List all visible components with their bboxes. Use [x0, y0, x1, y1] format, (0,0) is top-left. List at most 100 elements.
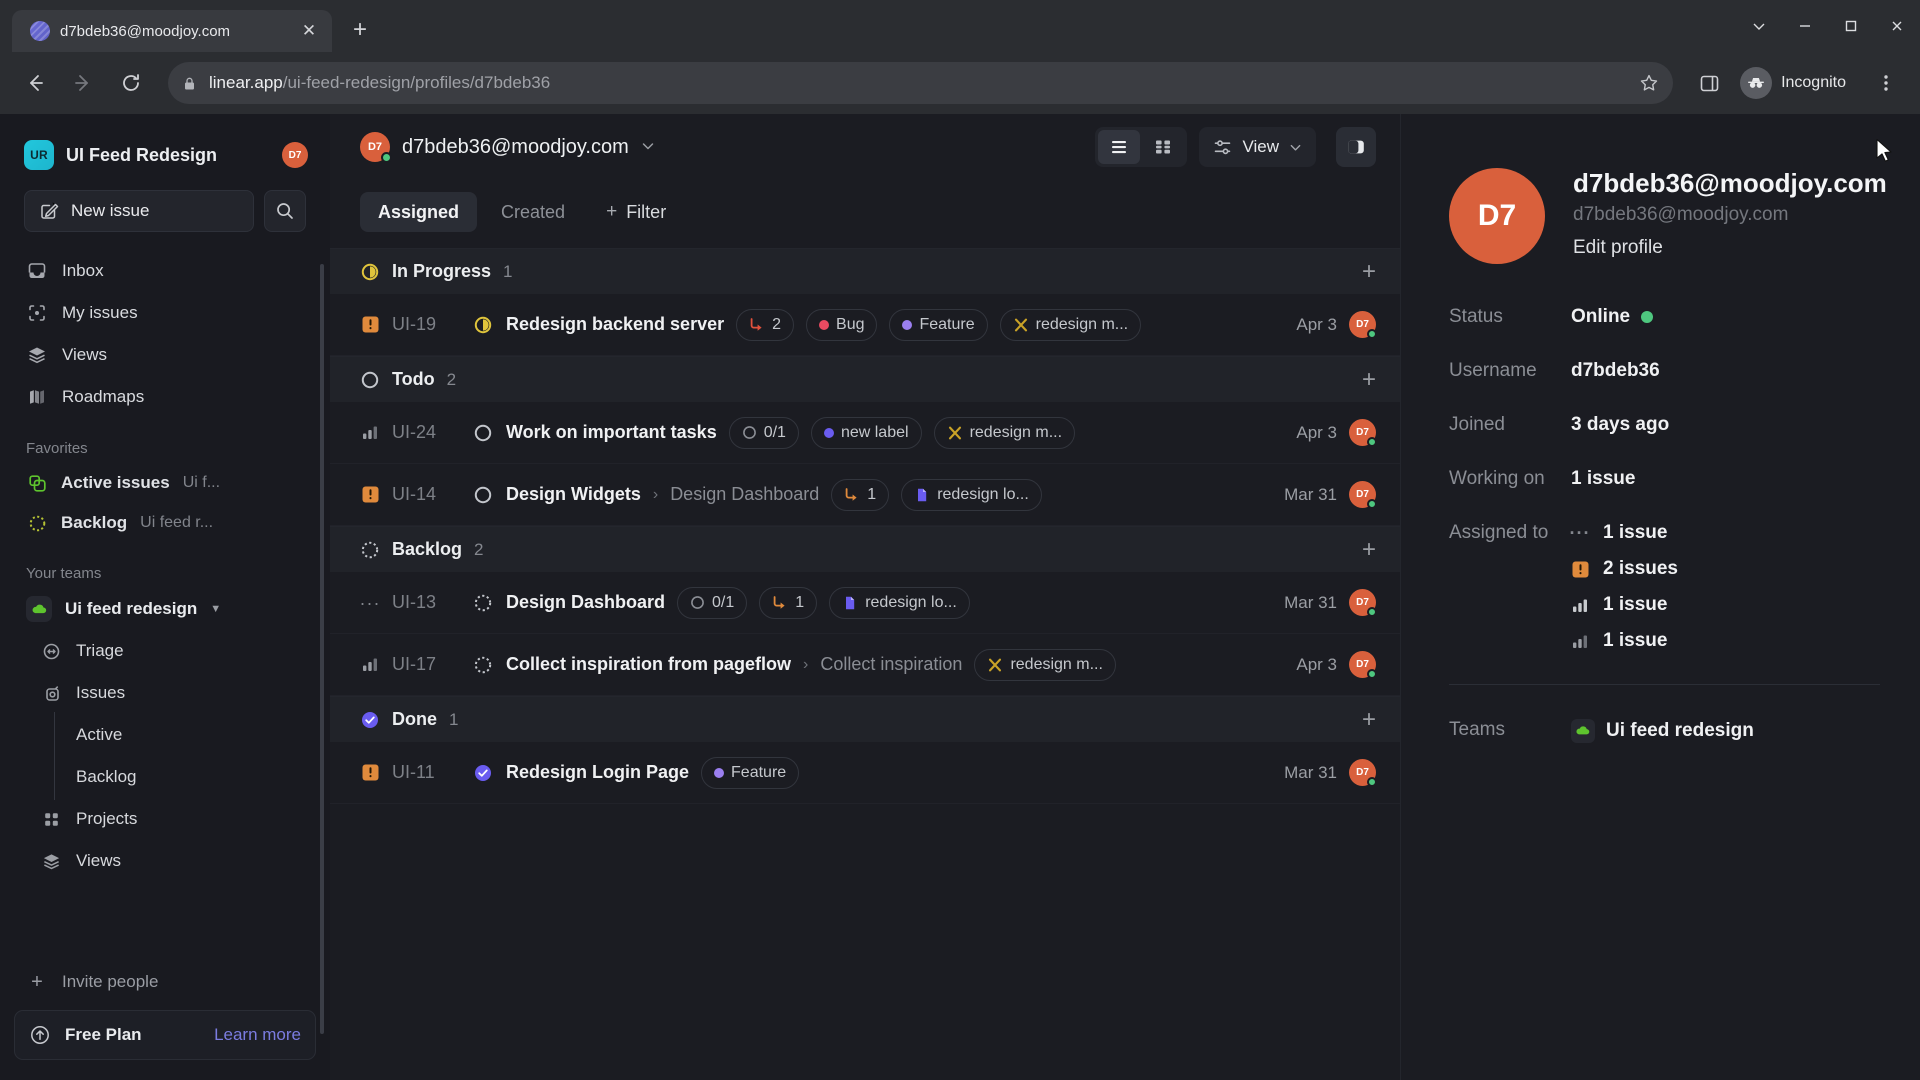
issue-chip[interactable]: Feature: [889, 308, 988, 341]
issue-state-icon[interactable]: [472, 655, 494, 675]
avatar[interactable]: D7: [1349, 589, 1377, 617]
assigned-issue-item[interactable]: 1 issue: [1571, 630, 1678, 652]
issue-row[interactable]: UI-14 Design Widgets › Design Dashboard 1 red…: [330, 464, 1400, 526]
close-icon[interactable]: ✕: [296, 18, 322, 44]
issue-state-icon[interactable]: [472, 485, 494, 505]
avatar[interactable]: D7: [1349, 311, 1377, 339]
edit-profile-link[interactable]: Edit profile: [1573, 237, 1887, 259]
sidebar-item-issues[interactable]: Issues: [14, 672, 316, 714]
issue-row[interactable]: UI-11 Redesign Login Page Feature Mar 31 D7: [330, 742, 1400, 804]
layout-toggle-group: [1095, 127, 1188, 167]
issue-chip[interactable]: redesign lo...: [901, 478, 1042, 511]
priority-icon[interactable]: [360, 424, 380, 441]
plan-banner[interactable]: Free Plan Learn more: [14, 1010, 316, 1060]
bookmark-star-icon[interactable]: [1639, 73, 1659, 93]
sidebar-item-my-issues[interactable]: My issues: [14, 292, 316, 334]
priority-icon[interactable]: [360, 656, 380, 673]
browser-tab[interactable]: d7bdeb36@moodjoy.com ✕: [12, 10, 332, 52]
issue-chip[interactable]: new label: [810, 416, 922, 449]
add-issue-to-group-button[interactable]: +: [1362, 366, 1376, 394]
assigned-issue-item[interactable]: 1 issue: [1571, 594, 1678, 616]
issue-chip[interactable]: 1: [759, 586, 818, 619]
issue-chip[interactable]: Feature: [701, 756, 800, 789]
view-options-button[interactable]: View: [1199, 127, 1316, 167]
sidebar-item-active-issues[interactable]: Active issues Ui f...: [14, 463, 316, 503]
avatar[interactable]: D7: [1349, 481, 1377, 509]
minimize-icon[interactable]: [1782, 0, 1828, 52]
tab-created[interactable]: Created: [483, 192, 583, 232]
add-issue-to-group-button[interactable]: +: [1362, 258, 1376, 286]
reload-icon[interactable]: [110, 62, 152, 104]
sidebar-item-views[interactable]: Views: [14, 334, 316, 376]
url-text: linear.app/ui-feed-redesign/profiles/d7b…: [209, 73, 550, 93]
avatar[interactable]: D7: [1349, 651, 1377, 679]
side-panel-icon[interactable]: [1689, 63, 1729, 103]
issue-chip[interactable]: 0/1: [728, 416, 799, 449]
forward-icon[interactable]: [62, 62, 104, 104]
issue-state-icon[interactable]: [472, 593, 494, 613]
avatar[interactable]: D7: [282, 142, 308, 168]
issue-chip[interactable]: redesign lo...: [829, 586, 970, 619]
issue-row[interactable]: UI-19 Redesign backend server 2 Bug Feature r…: [330, 294, 1400, 356]
tab-assigned[interactable]: Assigned: [360, 192, 478, 232]
workspace-switcher[interactable]: UR UI Feed Redesign D7: [0, 128, 330, 176]
issue-state-icon[interactable]: [472, 763, 494, 783]
add-issue-to-group-button[interactable]: +: [1362, 536, 1376, 564]
issue-state-icon[interactable]: [472, 315, 494, 335]
issue-chip[interactable]: 2: [736, 308, 795, 341]
issue-chip[interactable]: redesign m...: [933, 416, 1076, 449]
sidebar-item-triage[interactable]: Triage: [14, 630, 316, 672]
invite-people-button[interactable]: + Invite people: [14, 960, 316, 1004]
incognito-indicator[interactable]: Incognito: [1735, 62, 1860, 104]
chevron-down-icon[interactable]: [1736, 0, 1782, 52]
assigned-issue-item[interactable]: 2 issues: [1571, 558, 1678, 580]
sidebar-item-projects[interactable]: Projects: [14, 798, 316, 840]
add-issue-to-group-button[interactable]: +: [1362, 706, 1376, 734]
sidebar-item-team-views[interactable]: Views: [14, 840, 316, 882]
board-view-button[interactable]: [1142, 130, 1184, 164]
sidebar-item-roadmaps[interactable]: Roadmaps: [14, 376, 316, 418]
sidebar-scrollbar[interactable]: [320, 264, 324, 1034]
priority-icon[interactable]: [360, 764, 380, 781]
issue-row[interactable]: ··· UI-13 Design Dashboard 0/1 1 redesign lo.…: [330, 572, 1400, 634]
avatar[interactable]: D7: [1349, 759, 1377, 787]
maximize-icon[interactable]: [1828, 0, 1874, 52]
field-value[interactable]: Ui feed redesign: [1571, 719, 1754, 743]
issue-chip[interactable]: redesign m...: [974, 648, 1116, 681]
issue-row[interactable]: UI-17 Collect inspiration from pageflow › C…: [330, 634, 1400, 696]
assigned-issue-item[interactable]: ··· 1 issue: [1570, 522, 1678, 544]
issue-chip[interactable]: 1: [831, 478, 890, 511]
sidebar-item-label: Views: [76, 851, 122, 870]
add-filter-button[interactable]: + Filter: [589, 192, 683, 232]
list-view-button[interactable]: [1098, 130, 1141, 164]
priority-icon[interactable]: [360, 316, 380, 333]
sidebar-item-backlog[interactable]: Backlog: [14, 754, 316, 800]
chevron-down-icon[interactable]: ▼: [210, 603, 221, 615]
issue-state-icon[interactable]: [472, 423, 494, 443]
issue-chip[interactable]: 0/1: [677, 586, 748, 619]
priority-icon[interactable]: [360, 486, 380, 503]
new-tab-button[interactable]: +: [342, 12, 378, 48]
sidebar-item-active[interactable]: Active: [14, 712, 316, 758]
sidebar-item-backlog-fav[interactable]: Backlog Ui feed r...: [14, 503, 316, 543]
learn-more-link[interactable]: Learn more: [214, 1025, 301, 1045]
window-close-icon[interactable]: [1874, 0, 1920, 52]
browser-menu-icon[interactable]: [1866, 63, 1906, 103]
issue-chip[interactable]: redesign m...: [999, 308, 1142, 341]
issue-row[interactable]: UI-24 Work on important tasks 0/1 new label…: [330, 402, 1400, 464]
issue-chip[interactable]: Bug: [806, 308, 878, 341]
chevron-down-icon[interactable]: [641, 139, 655, 156]
back-icon[interactable]: [14, 62, 56, 104]
toggle-right-panel-button[interactable]: [1336, 127, 1376, 167]
priority-icon[interactable]: ···: [360, 594, 380, 612]
new-issue-button[interactable]: New issue: [24, 190, 254, 232]
chip-label: 0/1: [712, 593, 735, 611]
sidebar-item-inbox[interactable]: Inbox: [14, 250, 316, 292]
sidebar-team-ui-feed-redesign[interactable]: Ui feed redesign ▼: [14, 588, 316, 630]
avatar[interactable]: D7: [1349, 419, 1377, 447]
search-button[interactable]: [264, 190, 306, 232]
incognito-icon: [1740, 67, 1773, 99]
profile-fields: Status Online Username d7bdeb36 Joined 3…: [1449, 306, 1880, 652]
window-controls: [1736, 0, 1920, 52]
address-bar[interactable]: linear.app/ui-feed-redesign/profiles/d7b…: [168, 62, 1674, 104]
